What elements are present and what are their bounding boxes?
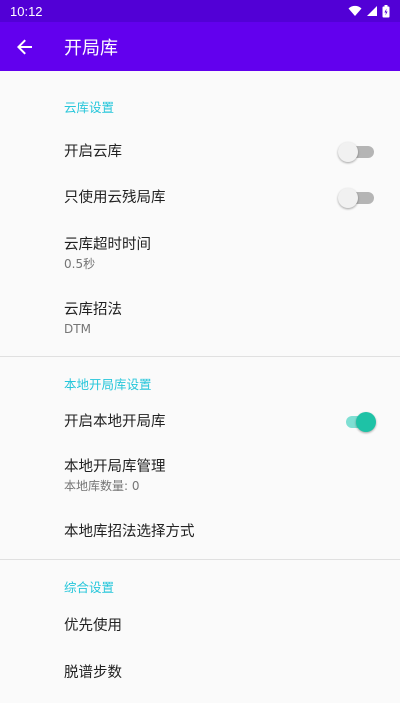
pref-local-manage[interactable]: 本地开局库管理 本地库数量: 0 [0,445,400,505]
app-bar: 开局库 [0,22,400,71]
pref-summary: 本地库数量: 0 [64,478,140,493]
battery-icon [382,4,390,17]
pref-title: 优先使用 [64,618,122,634]
pref-enable-cloud[interactable]: 开启云库 [0,129,400,175]
preference-list: 云库设置 开启云库 只使用云残局库 云库超时时间 0.5秒 云库招法 DTM 本… [0,71,400,696]
category-local-settings: 本地开局库设置 [64,377,152,392]
pref-summary: 0.5秒 [64,257,96,271]
status-bar: 10:12 [0,0,400,22]
pref-cloud-endgame-only[interactable]: 只使用云残局库 [0,175,400,221]
wifi-icon [348,5,362,16]
pref-cloud-timeout[interactable]: 云库超时时间 0.5秒 [0,221,400,286]
enable-local-switch[interactable] [344,412,378,432]
back-button[interactable] [1,22,49,71]
page-title: 开局库 [64,37,118,59]
arrow-back-icon [17,39,32,54]
pref-enable-local[interactable]: 开启本地开局库 [0,399,400,445]
enable-cloud-switch[interactable] [338,142,378,162]
pref-summary: DTM [64,322,91,336]
pref-cloud-move-method[interactable]: 云库招法 DTM [0,286,400,351]
pref-priority[interactable]: 优先使用 [0,602,400,650]
signal-icon [367,6,377,16]
status-time: 10:12 [10,3,43,19]
pref-title: 云库超时时间 [64,237,151,253]
pref-title: 开启本地开局库 [64,414,166,430]
pref-title: 只使用云残局库 [64,190,166,206]
category-general-settings: 综合设置 [64,580,115,595]
cloud-endgame-only-switch[interactable] [338,188,378,208]
pref-title: 本地库招法选择方式 [64,524,195,540]
pref-out-of-book-steps[interactable]: 脱谱步数 [0,650,400,696]
category-cloud-settings: 云库设置 [64,100,115,115]
pref-title: 本地开局库管理 [64,458,166,475]
status-icons [348,4,390,18]
pref-title: 开启云库 [64,144,122,160]
pref-local-move-select[interactable]: 本地库招法选择方式 [0,505,400,559]
pref-title: 脱谱步数 [64,665,122,681]
pref-title: 云库招法 [64,302,122,318]
